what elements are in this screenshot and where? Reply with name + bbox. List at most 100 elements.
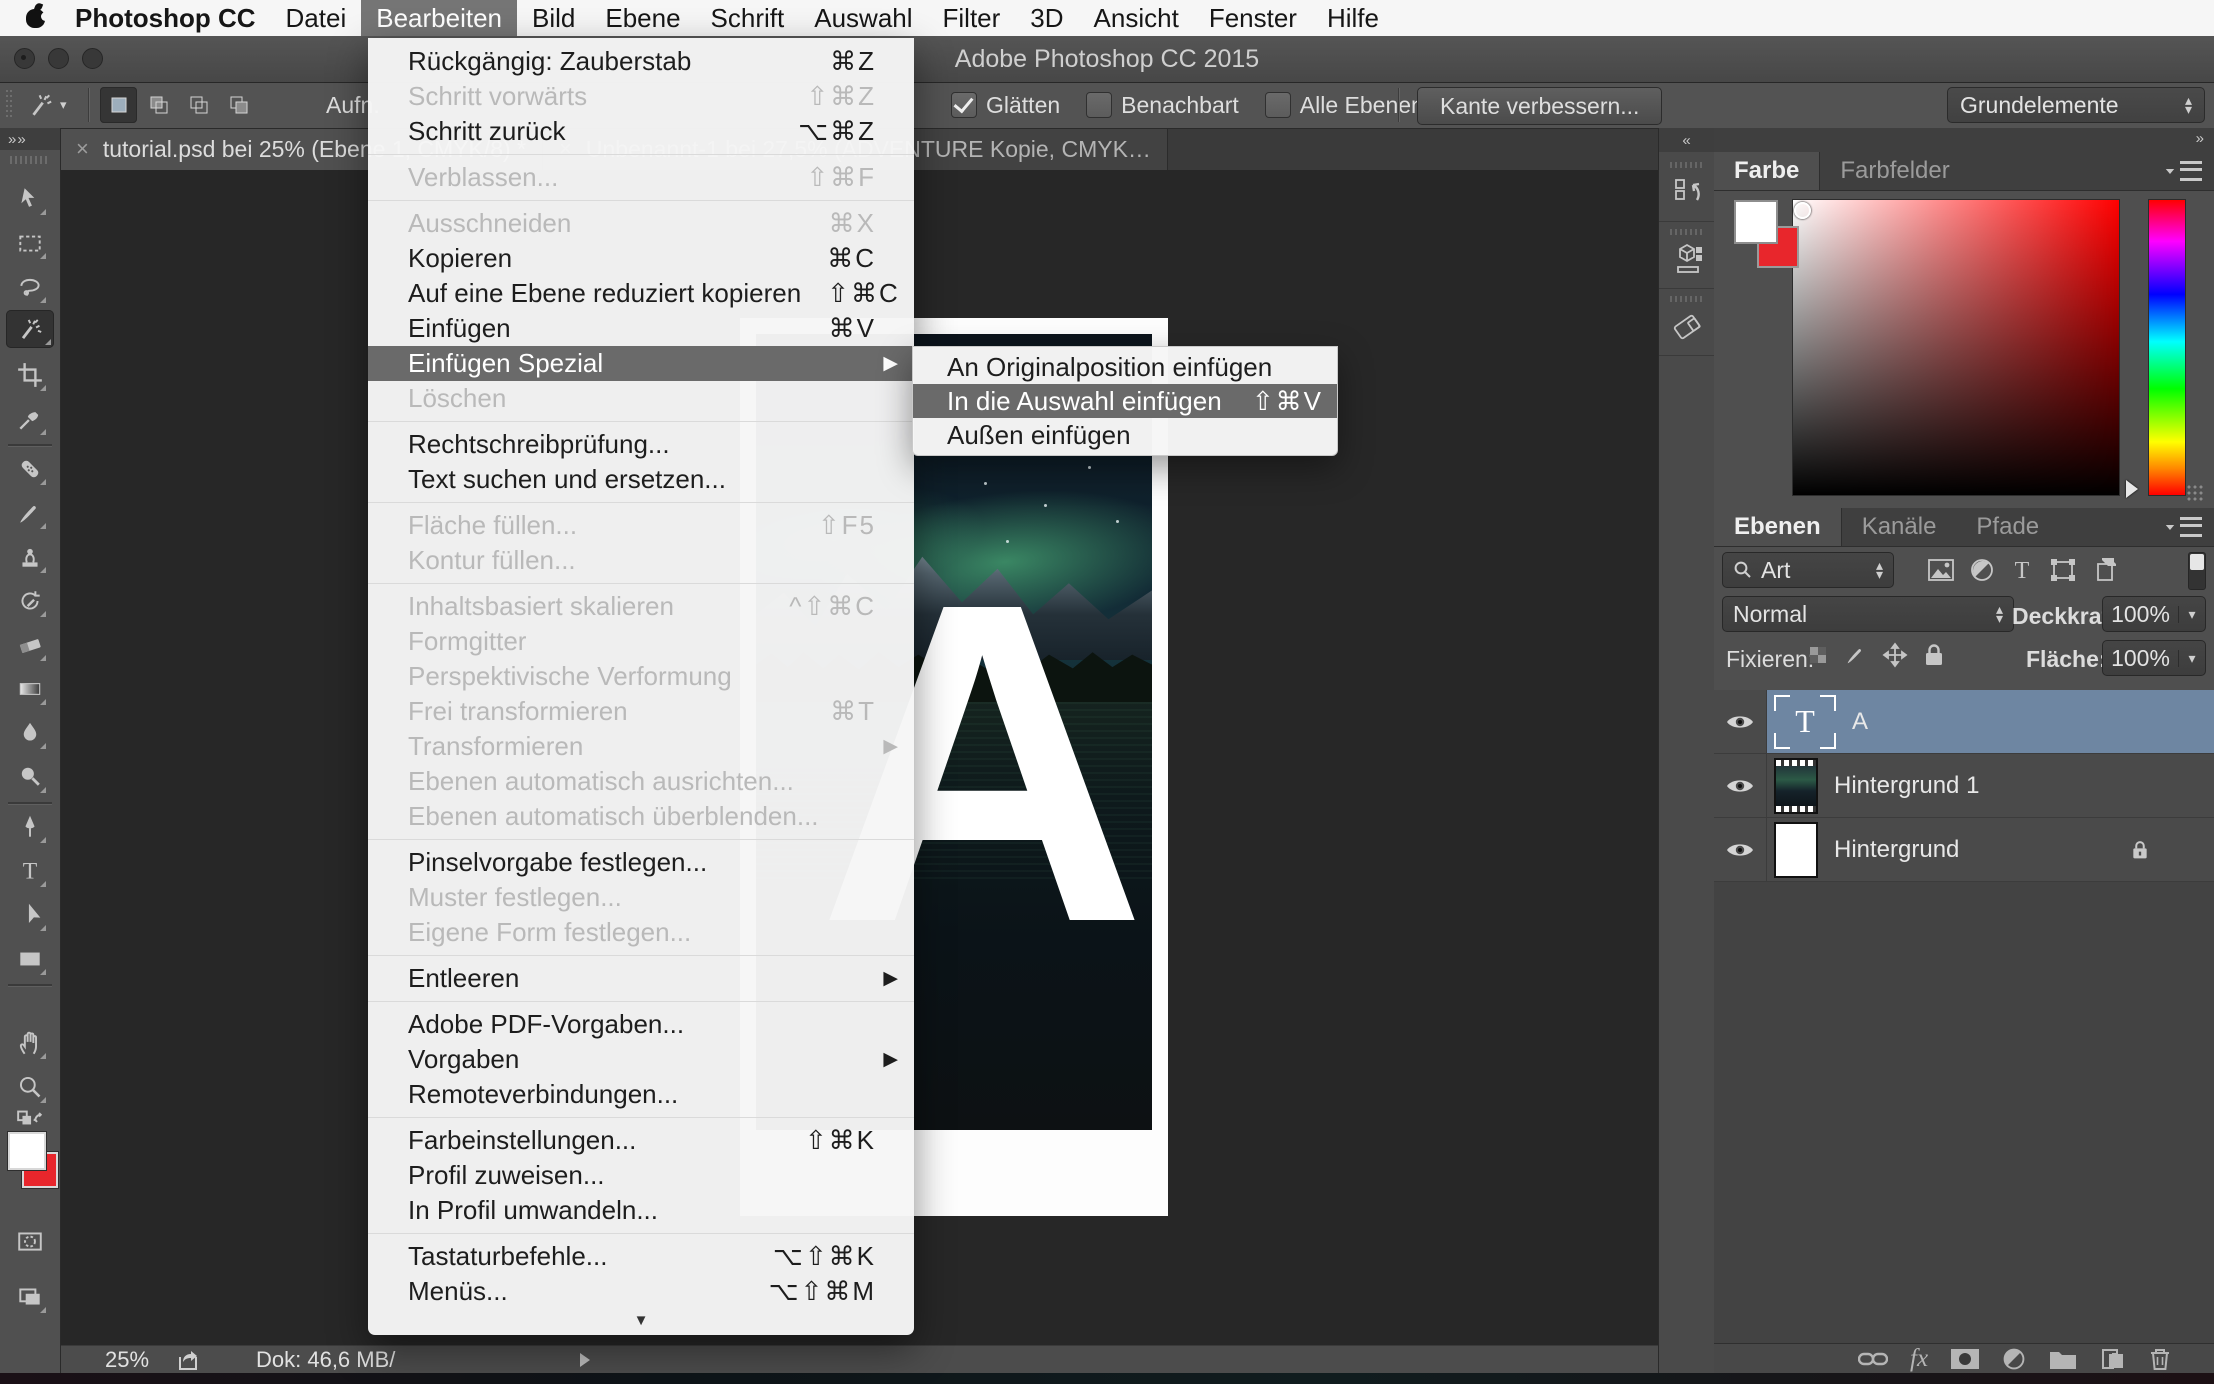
delete-layer-icon[interactable] bbox=[2148, 1346, 2172, 1372]
menu-item[interactable]: Vorgaben ▶ bbox=[368, 1042, 914, 1077]
tools-grip[interactable] bbox=[10, 156, 50, 164]
filter-type-layers-icon[interactable]: T bbox=[2008, 556, 2036, 584]
layer-style-icon[interactable]: fx bbox=[1910, 1345, 1928, 1373]
type-layer-thumbnail[interactable]: T bbox=[1774, 695, 1836, 749]
tab-kanaele[interactable]: Kanäle bbox=[1842, 508, 1957, 546]
tab-pfade[interactable]: Pfade bbox=[1956, 508, 2059, 546]
menu-item[interactable]: Eigene Form festlegen... bbox=[368, 915, 914, 950]
menu-item[interactable]: Inhaltsbasiert skalieren ^⇧⌘C bbox=[368, 589, 914, 624]
panel-resize-grip[interactable] bbox=[2186, 484, 2204, 502]
menu-item[interactable] bbox=[368, 1117, 914, 1118]
quick-mask-mode-button[interactable] bbox=[11, 1222, 49, 1260]
opacity-value-field[interactable]: 100% ▾ bbox=[2102, 596, 2206, 632]
apple-logo-icon[interactable] bbox=[26, 5, 46, 29]
menu-scroll-down-icon[interactable]: ▼ bbox=[368, 1309, 914, 1335]
layers-empty-area[interactable] bbox=[1714, 882, 2214, 1343]
layer-row-image[interactable]: Hintergrund 1 bbox=[1714, 754, 2214, 818]
filter-smart-objects-icon[interactable] bbox=[2090, 556, 2120, 584]
tab-ebenen[interactable]: Ebenen bbox=[1714, 508, 1842, 546]
add-to-selection-mode-button[interactable] bbox=[140, 87, 177, 123]
new-selection-mode-button[interactable] bbox=[100, 87, 137, 123]
filter-adjustment-layers-icon[interactable] bbox=[1968, 556, 1996, 584]
background-layer-thumbnail[interactable] bbox=[1774, 822, 1818, 878]
menu-item[interactable]: Adobe PDF-Vorgaben... bbox=[368, 1007, 914, 1042]
window-title-bar[interactable]: Adobe Photoshop CC 2015 bbox=[0, 36, 2214, 83]
layer-name[interactable]: A bbox=[1852, 708, 1868, 736]
rectangular-marquee-tool[interactable] bbox=[11, 224, 49, 262]
menu-item[interactable] bbox=[368, 955, 914, 956]
color-panel-menu-icon[interactable] bbox=[2164, 152, 2214, 190]
dodge-tool[interactable] bbox=[11, 758, 49, 796]
menubar-item[interactable]: Bearbeiten bbox=[361, 0, 517, 36]
magic-wand-tool[interactable] bbox=[6, 310, 54, 348]
menu-item[interactable]: Formgitter bbox=[368, 624, 914, 659]
submenu-item[interactable]: Außen einfügen bbox=[913, 418, 1337, 452]
checkbox-box[interactable] bbox=[951, 92, 977, 118]
option-checkbox[interactable]: Benachbart bbox=[1086, 92, 1239, 119]
menu-item[interactable] bbox=[368, 154, 914, 155]
swap-colors-icon[interactable] bbox=[11, 1104, 49, 1132]
layer-row-text[interactable]: T A bbox=[1714, 690, 2214, 754]
option-checkbox[interactable]: Glätten bbox=[951, 92, 1060, 119]
add-adjustment-layer-icon[interactable] bbox=[2002, 1347, 2026, 1371]
add-layer-mask-icon[interactable] bbox=[1950, 1348, 1980, 1370]
menubar-item[interactable]: Datei bbox=[271, 0, 362, 36]
menu-item[interactable] bbox=[368, 839, 914, 840]
menu-item[interactable] bbox=[368, 502, 914, 503]
layers-panel-menu-icon[interactable] bbox=[2164, 508, 2214, 546]
menu-item[interactable]: Ausschneiden ⌘X bbox=[368, 206, 914, 241]
hand-tool[interactable] bbox=[11, 1024, 49, 1062]
lasso-tool[interactable] bbox=[11, 268, 49, 306]
menu-item[interactable]: Remoteverbindungen... bbox=[368, 1077, 914, 1112]
menubar-item[interactable]: Schrift bbox=[696, 0, 800, 36]
menu-item[interactable]: Löschen bbox=[368, 381, 914, 416]
menu-item[interactable]: Schritt vorwärts ⇧⌘Z bbox=[368, 79, 914, 114]
eraser-tool[interactable] bbox=[11, 626, 49, 664]
refine-edge-button[interactable]: Kante verbessern... bbox=[1417, 87, 1662, 125]
menu-item[interactable]: Pinselvorgabe festlegen... bbox=[368, 845, 914, 880]
color-picker-marker[interactable] bbox=[1794, 202, 1811, 219]
tools-expand-icon[interactable]: »» bbox=[0, 128, 60, 150]
lock-all-icon[interactable] bbox=[1922, 642, 1946, 668]
fill-dropdown-icon[interactable]: ▾ bbox=[2178, 650, 2205, 667]
brush-tool[interactable] bbox=[11, 494, 49, 532]
layer-visibility-toggle[interactable] bbox=[1714, 690, 1767, 753]
menu-item[interactable] bbox=[368, 200, 914, 201]
panel-collapse-icon[interactable]: » bbox=[2196, 130, 2204, 147]
menubar-item[interactable]: Filter bbox=[928, 0, 1016, 36]
subtract-from-selection-mode-button[interactable] bbox=[180, 87, 217, 123]
layer-visibility-toggle[interactable] bbox=[1714, 818, 1767, 881]
menubar-item[interactable]: Auswahl bbox=[799, 0, 927, 36]
menu-item[interactable]: Auf eine Ebene reduziert kopieren ⇧⌘C bbox=[368, 276, 914, 311]
clone-stamp-tool[interactable] bbox=[11, 538, 49, 576]
tab-close-icon[interactable]: × bbox=[76, 136, 89, 162]
lock-position-icon[interactable] bbox=[1882, 642, 1908, 668]
menu-item[interactable]: Rechtschreibprüfung... bbox=[368, 427, 914, 462]
checkbox-box[interactable] bbox=[1086, 92, 1112, 118]
submenu-item[interactable]: An Originalposition einfügen bbox=[913, 350, 1337, 384]
link-layers-icon[interactable] bbox=[1858, 1350, 1888, 1368]
filter-pixel-layers-icon[interactable] bbox=[1926, 556, 1956, 584]
menu-item[interactable]: Text suchen und ersetzen... bbox=[368, 462, 914, 497]
rectangle-tool[interactable] bbox=[11, 940, 49, 978]
hue-ramp[interactable] bbox=[2148, 199, 2186, 496]
menu-item[interactable]: Kontur füllen... bbox=[368, 543, 914, 578]
menu-item[interactable]: In Profil umwandeln... bbox=[368, 1193, 914, 1228]
menu-item[interactable] bbox=[368, 421, 914, 422]
menubar-item[interactable]: Photoshop CC bbox=[60, 0, 271, 36]
workspace-select[interactable]: Grundelemente ▴▾ bbox=[1947, 87, 2205, 123]
menu-item[interactable]: Profil zuweisen... bbox=[368, 1158, 914, 1193]
checkbox-box[interactable] bbox=[1265, 92, 1291, 118]
history-brush-tool[interactable] bbox=[11, 582, 49, 620]
lock-transparency-icon[interactable] bbox=[1806, 643, 1830, 667]
submenu-item[interactable]: In die Auswahl einfügen ⇧⌘V bbox=[913, 384, 1337, 418]
layer-filter-toggle[interactable] bbox=[2188, 552, 2206, 590]
spot-healing-brush-tool[interactable] bbox=[11, 450, 49, 488]
crop-tool[interactable] bbox=[11, 356, 49, 394]
pen-tool[interactable] bbox=[11, 808, 49, 846]
zoom-level-field[interactable]: 25% bbox=[105, 1347, 149, 1373]
tab-farbfelder[interactable]: Farbfelder bbox=[1820, 152, 1969, 190]
menu-item[interactable] bbox=[368, 583, 914, 584]
menu-item[interactable]: Ebenen automatisch ausrichten... bbox=[368, 764, 914, 799]
menu-item[interactable] bbox=[368, 1233, 914, 1234]
